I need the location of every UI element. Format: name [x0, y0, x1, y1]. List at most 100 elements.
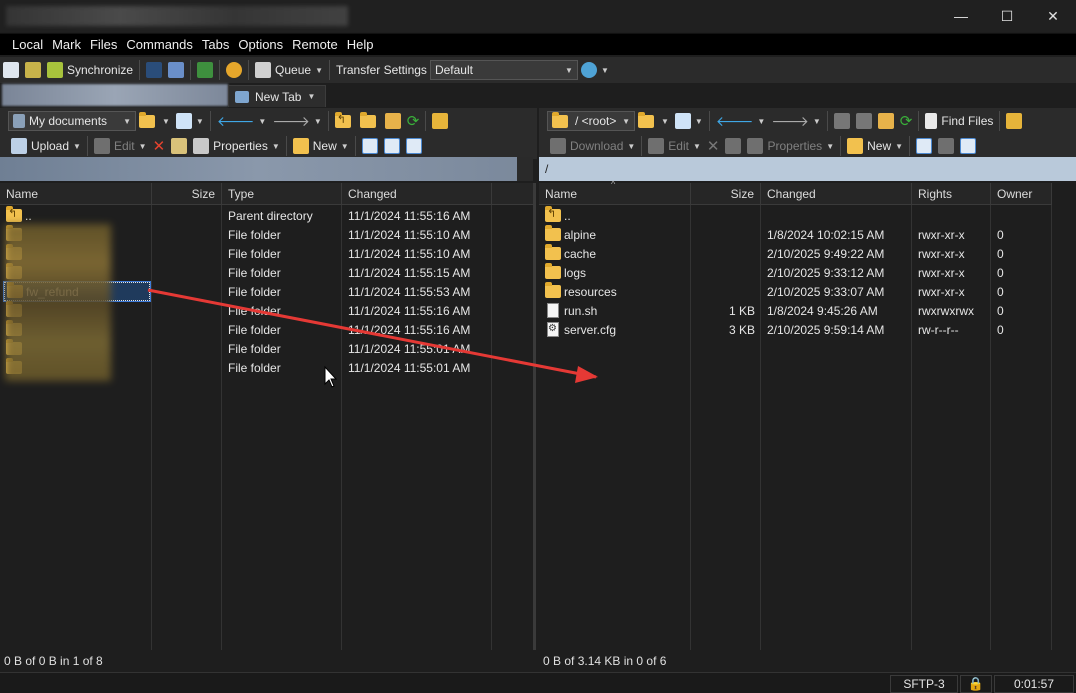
local-open-folder-button[interactable]: ▼ [136, 110, 173, 132]
remote-tree-button[interactable] [1003, 110, 1025, 132]
table-row[interactable]: server.cfg 3 KB 2/10/2025 9:59:14 AM rw-r--… [539, 320, 1052, 339]
separator [641, 136, 643, 156]
remote-root-dir-button[interactable] [853, 110, 875, 132]
menu-help[interactable]: Help [343, 37, 379, 52]
transfer-settings-label: Transfer Settings [333, 59, 430, 81]
transfer-settings-more-button[interactable]: ▼ [578, 59, 612, 81]
table-row[interactable]: logs 2/10/2025 9:33:12 AM rwxr-xr-x 0 [539, 263, 1052, 282]
menu-files[interactable]: Files [86, 37, 122, 52]
local-delete-button[interactable]: ✕ [150, 135, 169, 157]
column-changed[interactable]: Changed [761, 183, 912, 205]
remote-back-button[interactable]: 🡐 ▼ [713, 110, 768, 132]
menu-commands[interactable]: Commands [122, 37, 197, 52]
column-size[interactable]: Size [691, 183, 761, 205]
menu-remote[interactable]: Remote [288, 37, 343, 52]
remote-rename-button[interactable] [722, 135, 744, 157]
local-new-button[interactable]: New ▼ [290, 135, 352, 157]
column-rights[interactable]: Rights [912, 183, 991, 205]
chevron-down-icon: ▼ [340, 141, 349, 151]
remote-forward-button[interactable]: 🡒 ▼ [768, 110, 823, 132]
remote-home-button[interactable] [875, 110, 897, 132]
menu-options[interactable]: Options [234, 37, 288, 52]
console-button[interactable] [143, 59, 165, 81]
table-row[interactable]: cache 2/10/2025 9:49:22 AM rwxr-xr-x 0 [539, 244, 1052, 263]
tree-icon [1006, 113, 1023, 129]
table-row[interactable]: .. [539, 206, 1052, 225]
local-tree-button[interactable] [429, 110, 451, 132]
size-cell [152, 339, 222, 358]
remote-open-folder-button[interactable]: ▼ [635, 110, 672, 132]
session-tab-redacted[interactable] [2, 84, 228, 106]
remote-filter-select-button[interactable] [957, 135, 979, 157]
menu-tabs[interactable]: Tabs [198, 37, 234, 52]
local-edit-button[interactable]: Edit ▼ [91, 135, 150, 157]
remote-location-select[interactable]: / <root> ▼ [547, 111, 635, 131]
synchronize-button[interactable]: Synchronize [44, 59, 136, 81]
table-row[interactable]: resources 2/10/2025 9:33:07 AM rwxr-xr-x 0 [539, 282, 1052, 301]
table-row[interactable]: alpine 1/8/2024 10:02:15 AM rwxr-xr-x 0 [539, 225, 1052, 244]
size-cell [691, 244, 761, 263]
encryption-indicator[interactable]: 🔒 [960, 675, 992, 693]
chevron-down-icon: ▼ [600, 65, 609, 75]
root-folder-icon [855, 113, 872, 129]
local-path-bar-redacted[interactable] [0, 157, 517, 181]
menu-mark[interactable]: Mark [48, 37, 86, 52]
refresh-all-button[interactable] [194, 59, 216, 81]
compare-directories-button[interactable] [0, 59, 22, 81]
separator [248, 60, 250, 80]
find-files-button[interactable]: Find Files [922, 110, 996, 132]
remote-delete-button[interactable]: ✕ [704, 135, 723, 157]
local-back-button[interactable]: 🡐 ▼ [214, 110, 269, 132]
local-refresh-button[interactable]: ⟳ [404, 110, 423, 132]
remote-edit-button[interactable]: Edit ▼ [645, 135, 704, 157]
local-properties-button[interactable]: Properties ▼ [190, 135, 283, 157]
new-tab-label: New Tab [255, 89, 302, 104]
synchronize-browsing-button[interactable] [22, 59, 44, 81]
remote-select-all-button[interactable] [913, 135, 935, 157]
column-name[interactable]: Name ^ [539, 179, 691, 205]
column-size[interactable]: Size [152, 183, 222, 205]
size-cell [152, 244, 222, 263]
putty-button[interactable] [165, 59, 187, 81]
table-row[interactable]: .. Parent directory 11/1/2024 11:55:16 AM [0, 206, 533, 225]
local-filter-button[interactable]: ▼ [173, 110, 207, 132]
root-folder-icon [359, 111, 376, 128]
file-name: .. [25, 208, 32, 223]
maximize-button[interactable]: ☐ [984, 0, 1030, 32]
transfer-settings-value: Default [434, 63, 473, 77]
queue-button[interactable]: Queue ▼ [252, 59, 326, 81]
table-row[interactable]: run.sh 1 KB 1/8/2024 9:45:26 AM rwxrwxrwx 0 [539, 301, 1052, 320]
remote-parent-dir-button[interactable] [831, 110, 853, 132]
chevron-down-icon: ▼ [162, 116, 170, 126]
remote-refresh-button[interactable]: ⟳ [897, 110, 916, 132]
local-select-all-button[interactable] [359, 135, 381, 157]
close-button[interactable]: ✕ [1030, 0, 1076, 32]
column-changed[interactable]: Changed [342, 183, 492, 205]
local-unselect-button[interactable] [381, 135, 403, 157]
transfer-settings-select[interactable]: Default ▼ [429, 60, 578, 80]
column-type[interactable]: Type [222, 183, 342, 205]
changed-cell: 11/1/2024 11:55:16 AM [348, 303, 471, 318]
remote-properties-button[interactable]: Properties ▼ [744, 135, 837, 157]
local-filter-select-button[interactable] [403, 135, 425, 157]
remote-filter-button[interactable]: ▼ [672, 110, 706, 132]
menu-bar: Local Mark Files Commands Tabs Options R… [0, 33, 1076, 55]
upload-button[interactable]: Upload ▼ [8, 135, 84, 157]
local-root-dir-button[interactable] [357, 110, 382, 132]
column-owner[interactable]: Owner [991, 183, 1052, 205]
column-name[interactable]: Name [0, 183, 152, 205]
local-forward-button[interactable]: 🡒 ▼ [269, 110, 324, 132]
minimize-button[interactable]: — [938, 0, 984, 32]
preferences-button[interactable] [223, 59, 245, 81]
remote-new-button[interactable]: New ▼ [844, 135, 906, 157]
menu-local[interactable]: Local [8, 37, 48, 52]
remote-path-bar[interactable]: / [539, 157, 1076, 181]
download-button[interactable]: Download ▼ [547, 135, 638, 157]
local-parent-dir-button[interactable] [332, 110, 357, 132]
local-home-button[interactable] [382, 110, 404, 132]
tab-new-tab[interactable]: New Tab ▼ [228, 85, 326, 107]
compare-icon [3, 62, 19, 78]
local-rename-button[interactable] [168, 135, 190, 157]
local-location-select[interactable]: My documents ▼ [8, 111, 136, 131]
remote-unselect-button[interactable] [935, 135, 957, 157]
